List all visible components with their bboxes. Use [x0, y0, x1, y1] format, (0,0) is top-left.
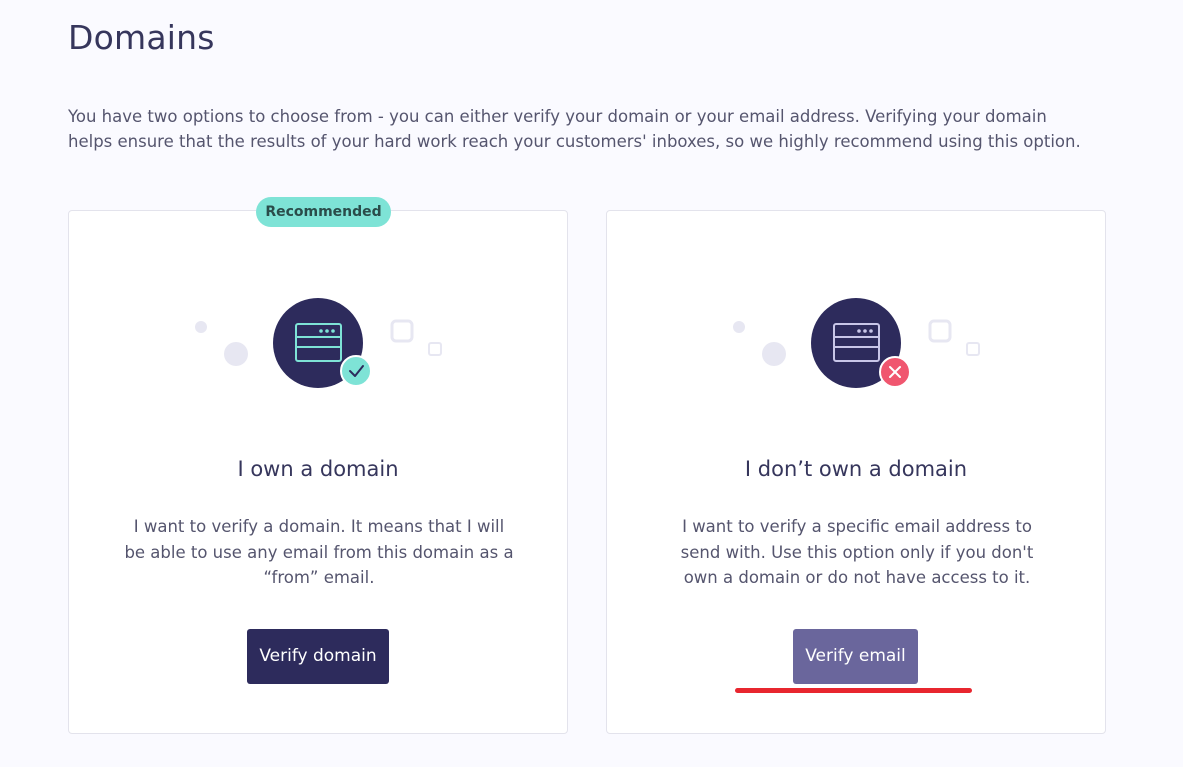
own-domain-title: I own a domain: [237, 457, 399, 481]
own-domain-description: I want to verify a domain. It means that…: [124, 517, 514, 587]
decor-dot-large: [762, 342, 786, 366]
no-domain-description: I want to verify a specific email addres…: [680, 517, 1034, 587]
email-illustration: [733, 298, 980, 388]
verify-email-button[interactable]: Verify email: [793, 629, 918, 684]
own-domain-card[interactable]: Recommended I own a domain I want to ver…: [68, 197, 568, 734]
decor-dot-large: [224, 342, 248, 366]
decor-square-small: [966, 342, 980, 356]
intro-text: You have two options to choose from - yo…: [68, 107, 1081, 151]
page-title: Domains: [68, 18, 215, 57]
red-underline-annotation: [735, 688, 972, 693]
domain-illustration: [195, 298, 442, 388]
browser-dots: [319, 329, 335, 333]
decor-square-large: [928, 319, 952, 343]
browser-dots: [857, 329, 873, 333]
close-icon: [879, 356, 911, 388]
decor-dot-small: [195, 321, 207, 333]
decor-square-small: [428, 342, 442, 356]
no-domain-card[interactable]: I don’t own a domain I want to verify a …: [606, 210, 1106, 734]
no-domain-title: I don’t own a domain: [744, 457, 968, 481]
check-icon: [340, 355, 372, 387]
decor-dot-small: [733, 321, 745, 333]
verify-domain-button[interactable]: Verify domain: [247, 629, 389, 684]
decor-square-large: [390, 319, 414, 343]
